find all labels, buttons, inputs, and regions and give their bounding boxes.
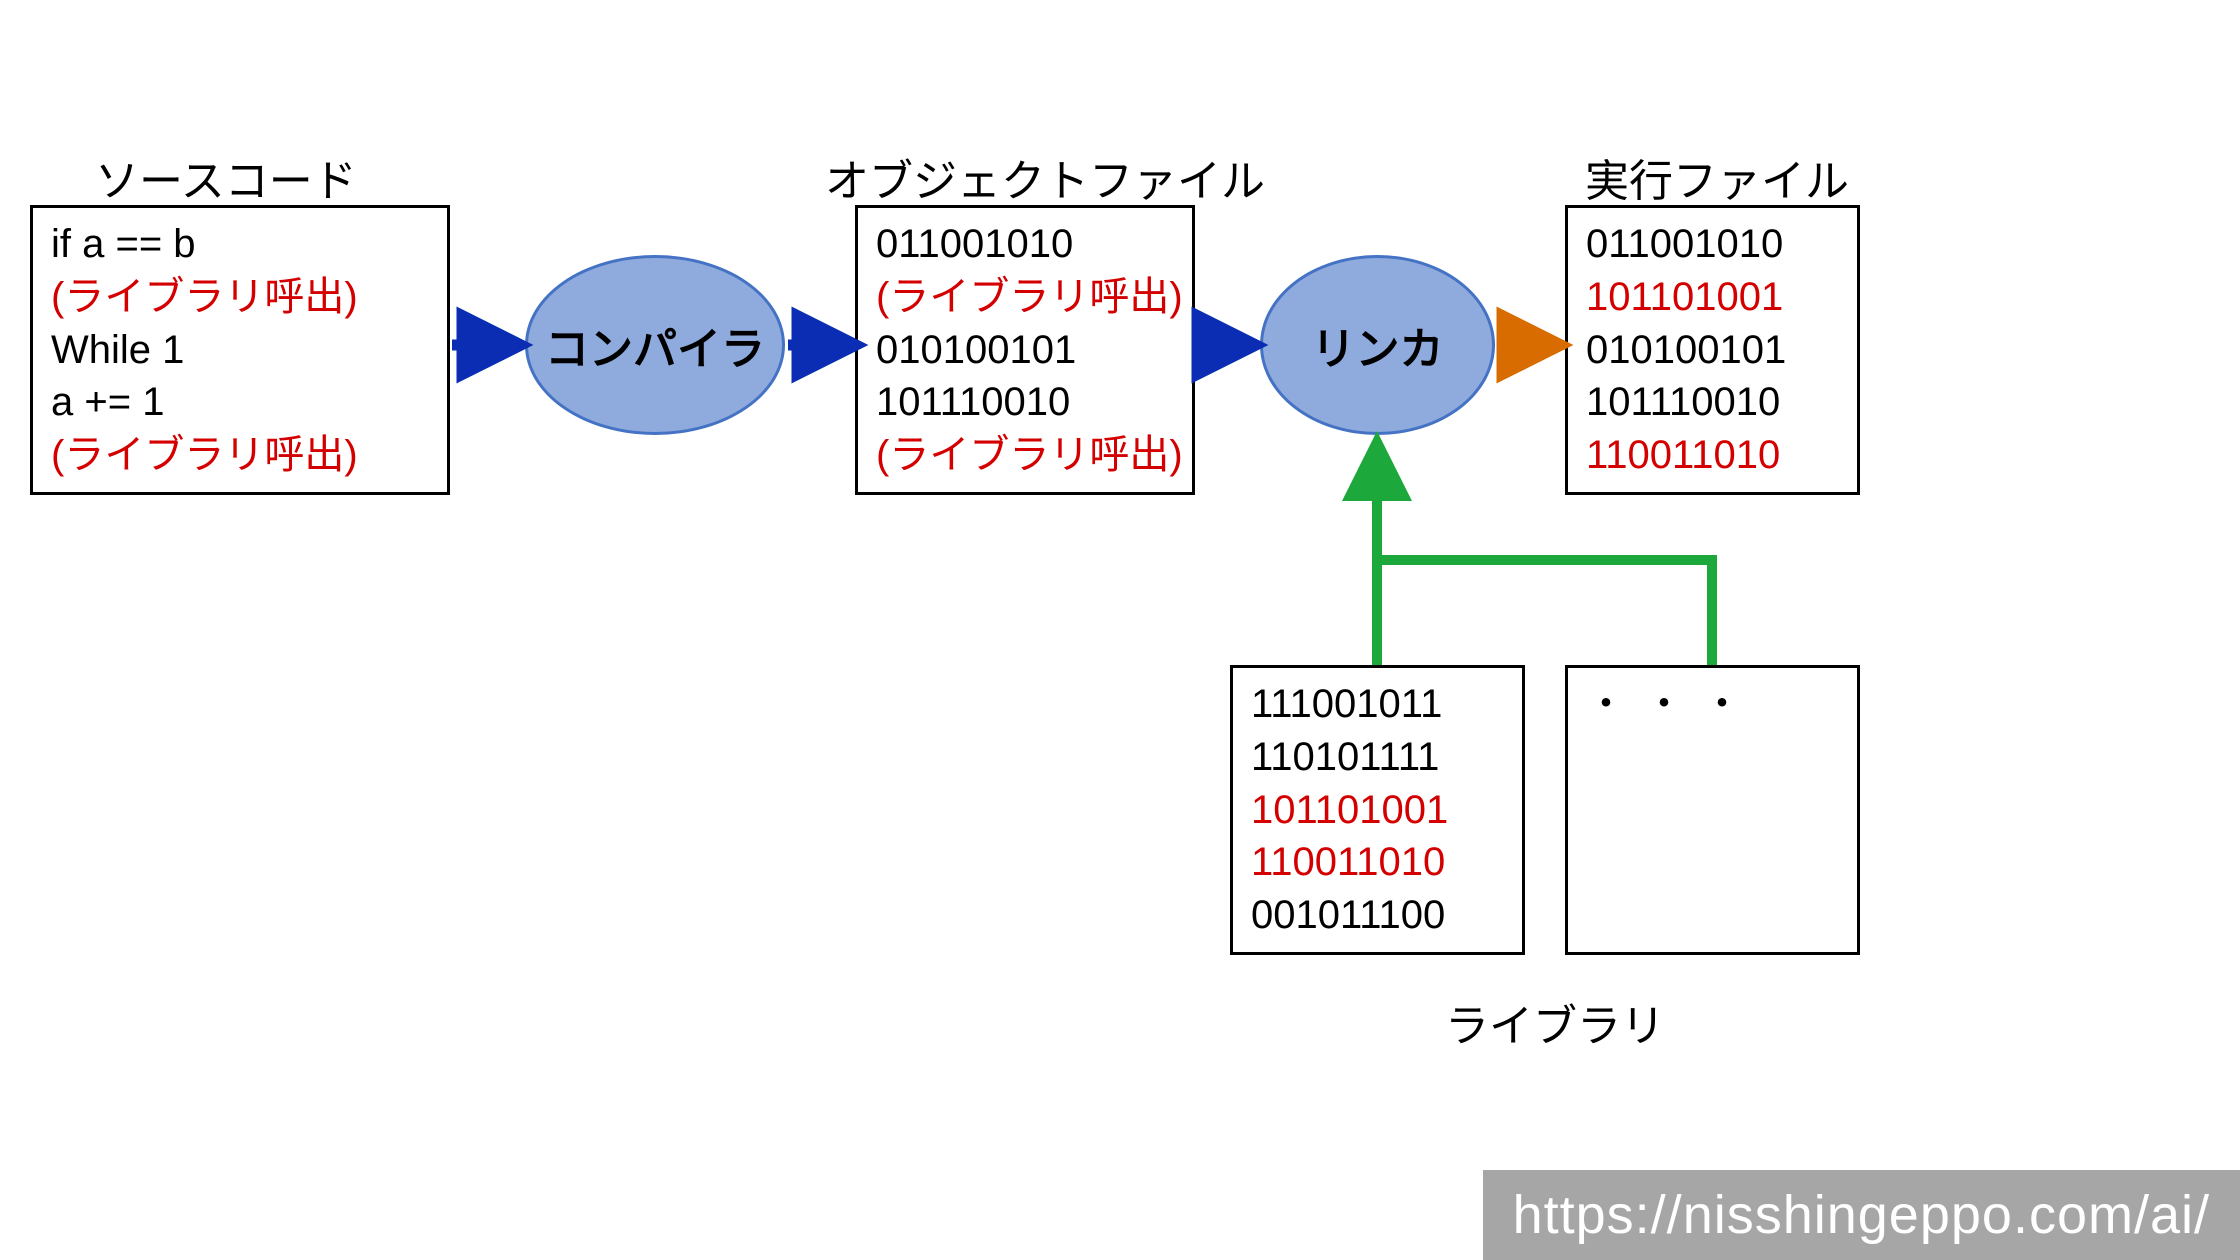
lib1-line-5: 001011100 bbox=[1251, 889, 1504, 942]
lib1-line-3: 101101001 bbox=[1251, 784, 1504, 837]
box-exec-file: 011001010 101101001 010100101 101110010 … bbox=[1565, 205, 1860, 495]
watermark: https://nisshingeppo.com/ai/ bbox=[1483, 1170, 2240, 1260]
box-library-2: ・・・ bbox=[1565, 665, 1860, 955]
label-object-file: オブジェクトファイル bbox=[825, 145, 1265, 209]
source-line-5: (ライブラリ呼出) bbox=[51, 429, 429, 482]
exec-line-2: 101101001 bbox=[1586, 271, 1839, 324]
exec-line-5: 110011010 bbox=[1586, 429, 1839, 482]
label-library: ライブラリ bbox=[1445, 990, 1665, 1054]
source-line-2: (ライブラリ呼出) bbox=[51, 271, 429, 324]
source-line-3: While 1 bbox=[51, 324, 429, 377]
object-line-4: 101110010 bbox=[876, 376, 1174, 429]
box-source-code: if a == b (ライブラリ呼出) While 1 a += 1 (ライブラ… bbox=[30, 205, 450, 495]
source-line-4: a += 1 bbox=[51, 376, 429, 429]
exec-line-4: 101110010 bbox=[1586, 376, 1839, 429]
object-line-3: 010100101 bbox=[876, 324, 1174, 377]
box-library-1: 111001011 110101111 101101001 110011010 … bbox=[1230, 665, 1525, 955]
object-line-5: (ライブラリ呼出) bbox=[876, 429, 1174, 482]
diagram-stage: { "labels": { "source": "ソースコード", "objec… bbox=[0, 0, 2240, 1260]
label-source-code: ソースコード bbox=[95, 145, 357, 209]
node-linker-label: リンカ bbox=[1312, 313, 1444, 377]
lib1-line-2: 110101111 bbox=[1251, 731, 1504, 784]
node-linker: リンカ bbox=[1260, 255, 1495, 435]
lib1-line-4: 110011010 bbox=[1251, 836, 1504, 889]
label-exec-file: 実行ファイル bbox=[1585, 145, 1849, 209]
lib1-line-1: 111001011 bbox=[1251, 678, 1504, 731]
lib2-line-1: ・・・ bbox=[1586, 678, 1839, 731]
arrow-lib2-elbow bbox=[1377, 560, 1712, 665]
source-line-1: if a == b bbox=[51, 218, 429, 271]
node-compiler: コンパイラ bbox=[525, 255, 785, 435]
exec-line-3: 010100101 bbox=[1586, 324, 1839, 377]
object-line-2: (ライブラリ呼出) bbox=[876, 271, 1174, 324]
box-object-file: 011001010 (ライブラリ呼出) 010100101 101110010 … bbox=[855, 205, 1195, 495]
node-compiler-label: コンパイラ bbox=[545, 313, 765, 377]
object-line-1: 011001010 bbox=[876, 218, 1174, 271]
exec-line-1: 011001010 bbox=[1586, 218, 1839, 271]
